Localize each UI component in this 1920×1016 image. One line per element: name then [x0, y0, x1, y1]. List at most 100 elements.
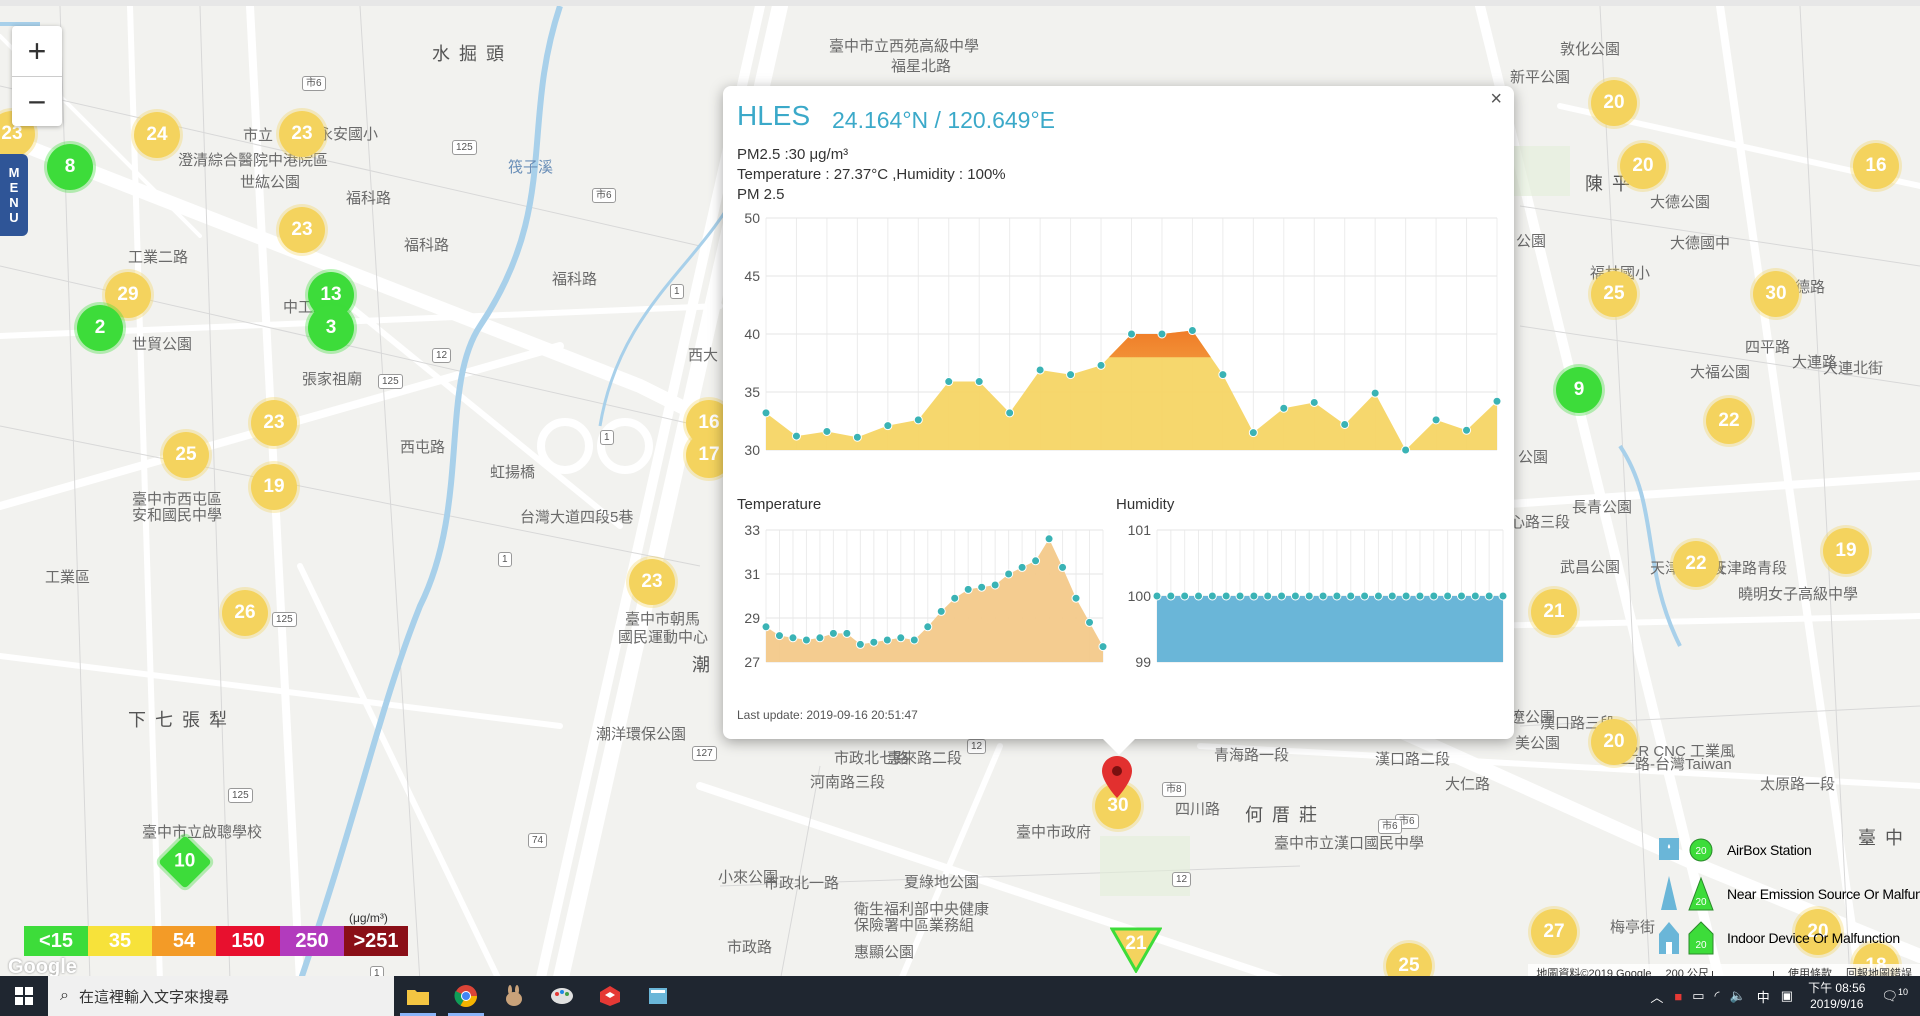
zoom-out-button[interactable]: − — [12, 77, 62, 127]
x-tick-label: 16 — [1367, 459, 1383, 461]
volume-icon[interactable]: 🔈 — [1730, 988, 1746, 1004]
air-quality-station-marker[interactable]: 20 — [1591, 80, 1637, 126]
data-point — [1218, 370, 1228, 380]
marker-value: 16 — [698, 412, 720, 433]
road-shield: 125 — [272, 612, 297, 627]
station-popup: × HLES 24.164°N / 120.649°E PM2.5 :30 μg… — [723, 86, 1514, 755]
map-place-label: 大仁路 — [1445, 776, 1491, 793]
marker-value: 21 — [1125, 933, 1147, 954]
ime-indicator[interactable]: 中 — [1757, 987, 1770, 1006]
data-point — [788, 633, 798, 643]
marker-value: 22 — [1685, 553, 1707, 574]
air-quality-station-marker[interactable]: 2 — [77, 305, 123, 351]
air-quality-station-marker[interactable]: 8 — [47, 144, 93, 190]
air-quality-station-marker[interactable]: 16 — [1853, 143, 1899, 189]
terms-link[interactable]: 使用條款 — [1788, 965, 1832, 976]
air-quality-station-marker[interactable]: 23 — [251, 400, 297, 446]
tray-app-icon[interactable]: ▣ — [1781, 988, 1793, 1004]
air-quality-station-marker[interactable]: 27 — [1531, 909, 1577, 955]
air-quality-station-marker[interactable]: 19 — [251, 464, 297, 510]
indoor-device-icon: 20 — [1655, 918, 1727, 958]
clock[interactable]: 下午 08:56 2019/9/16 — [1808, 980, 1865, 1012]
rabbit-app-icon[interactable] — [490, 976, 538, 1016]
data-point — [1401, 591, 1411, 601]
data-point — [1462, 425, 1472, 435]
data-point — [1031, 556, 1041, 566]
map-place-label: 世紘公園 — [240, 174, 301, 191]
search-placeholder: 在這裡輸入文字來搜尋 — [78, 988, 229, 1006]
menu-tab[interactable]: M E N U — [0, 154, 28, 236]
x-tick-label: 20 — [758, 459, 774, 461]
taskbar-search[interactable]: ⌕ 在這裡輸入文字來搜尋 — [48, 976, 394, 1016]
air-quality-station-marker[interactable]: 20 — [1591, 719, 1637, 765]
map-place-label: 美公園 — [1515, 735, 1561, 752]
map-place-label: 水 掘 頭 — [432, 44, 507, 64]
data-point — [1058, 562, 1068, 572]
air-quality-station-marker[interactable]: 30 — [1753, 271, 1799, 317]
sketchup-icon[interactable] — [586, 976, 634, 1016]
report-map-error-link[interactable]: 回報地圖錯誤 — [1846, 965, 1912, 976]
marker-value: 3 — [325, 317, 337, 338]
air-quality-station-marker[interactable]: 3 — [308, 305, 354, 351]
air-quality-station-marker[interactable]: 20 — [1620, 143, 1666, 189]
generic-app-icon[interactable] — [634, 976, 682, 1016]
map-place-label: 公園 — [1518, 449, 1549, 466]
air-quality-station-marker[interactable]: 21 — [1110, 927, 1162, 973]
data-point — [1387, 591, 1397, 601]
data-point — [1221, 591, 1231, 601]
zoom-in-button[interactable]: + — [12, 26, 62, 77]
map-place-label: 敦化公園 — [1560, 41, 1621, 58]
menu-letter: N — [9, 195, 19, 210]
data-point — [1207, 591, 1217, 601]
air-quality-station-marker[interactable]: 19 — [1823, 528, 1869, 574]
data-point — [1304, 591, 1314, 601]
air-quality-station-marker[interactable]: 23 — [279, 207, 325, 253]
data-point — [1340, 419, 1350, 429]
road-shield: 市6 — [1378, 819, 1402, 834]
y-tick-label: 40 — [744, 326, 760, 342]
chrome-icon[interactable] — [442, 976, 490, 1016]
marker-value: 27 — [1543, 921, 1565, 942]
windows-taskbar: ⌕ 在這裡輸入文字來搜尋 ︿ ■ ▭ ◜ 🔈 中 ▣ 下午 08:56 2019… — [0, 976, 1920, 1016]
marker-value: 8 — [64, 156, 76, 177]
data-point — [1066, 370, 1076, 380]
tray-app-icon[interactable]: ■ — [1674, 989, 1682, 1004]
air-quality-station-marker[interactable]: 9 — [1556, 367, 1602, 413]
road-shield: 1 — [498, 552, 512, 567]
map-place-label: 市立 — [243, 127, 274, 144]
air-quality-station-marker[interactable]: 22 — [1706, 398, 1752, 444]
chevron-up-icon[interactable]: ︿ — [1650, 987, 1663, 1006]
paint-app-icon[interactable] — [538, 976, 586, 1016]
map-place-label: 國民運動中心 — [618, 629, 709, 646]
air-quality-station-marker[interactable]: 25 — [1591, 271, 1637, 317]
air-quality-station-marker[interactable]: 25 — [163, 432, 209, 478]
y-tick-label: 45 — [744, 268, 760, 284]
air-quality-station-marker[interactable]: 22 — [1673, 541, 1719, 587]
y-tick-label: 99 — [1135, 654, 1151, 670]
close-icon[interactable]: × — [1490, 88, 1502, 111]
air-quality-station-marker[interactable]: 21 — [1531, 589, 1577, 635]
y-tick-label: 27 — [744, 654, 760, 670]
air-quality-station-marker[interactable]: 23 — [629, 559, 675, 605]
data-point — [909, 635, 919, 645]
data-point — [1005, 408, 1015, 418]
y-tick-label: 35 — [744, 384, 760, 400]
map-canvas[interactable]: 水 掘 頭敦化公園 新平公園 臺中市立西苑高級中學 福星北路 市立 永安國小 澄清綜合醫院中… — [0, 0, 1920, 976]
notification-icon[interactable]: 🗨10 — [1881, 987, 1908, 1004]
clock-date: 2019/9/16 — [1810, 997, 1864, 1011]
marker-value: 23 — [263, 412, 285, 433]
menu-letter: E — [9, 180, 19, 195]
marker-value: 29 — [117, 284, 139, 305]
air-quality-station-marker[interactable]: 24 — [134, 112, 180, 158]
tray-app-icon[interactable]: ▭ — [1692, 988, 1704, 1004]
file-explorer-icon[interactable] — [394, 976, 442, 1016]
data-point — [1431, 415, 1441, 425]
zoom-control: + − — [12, 26, 62, 126]
air-quality-station-marker[interactable]: 23 — [279, 111, 325, 157]
selected-location-pin[interactable] — [1100, 754, 1134, 800]
legend-airbox: 20 AirBox Station — [1655, 828, 1920, 872]
svg-text:20: 20 — [1695, 846, 1707, 857]
network-icon[interactable]: ◜ — [1715, 988, 1720, 1004]
air-quality-station-marker[interactable]: 26 — [222, 590, 268, 636]
start-button[interactable] — [0, 976, 48, 1016]
